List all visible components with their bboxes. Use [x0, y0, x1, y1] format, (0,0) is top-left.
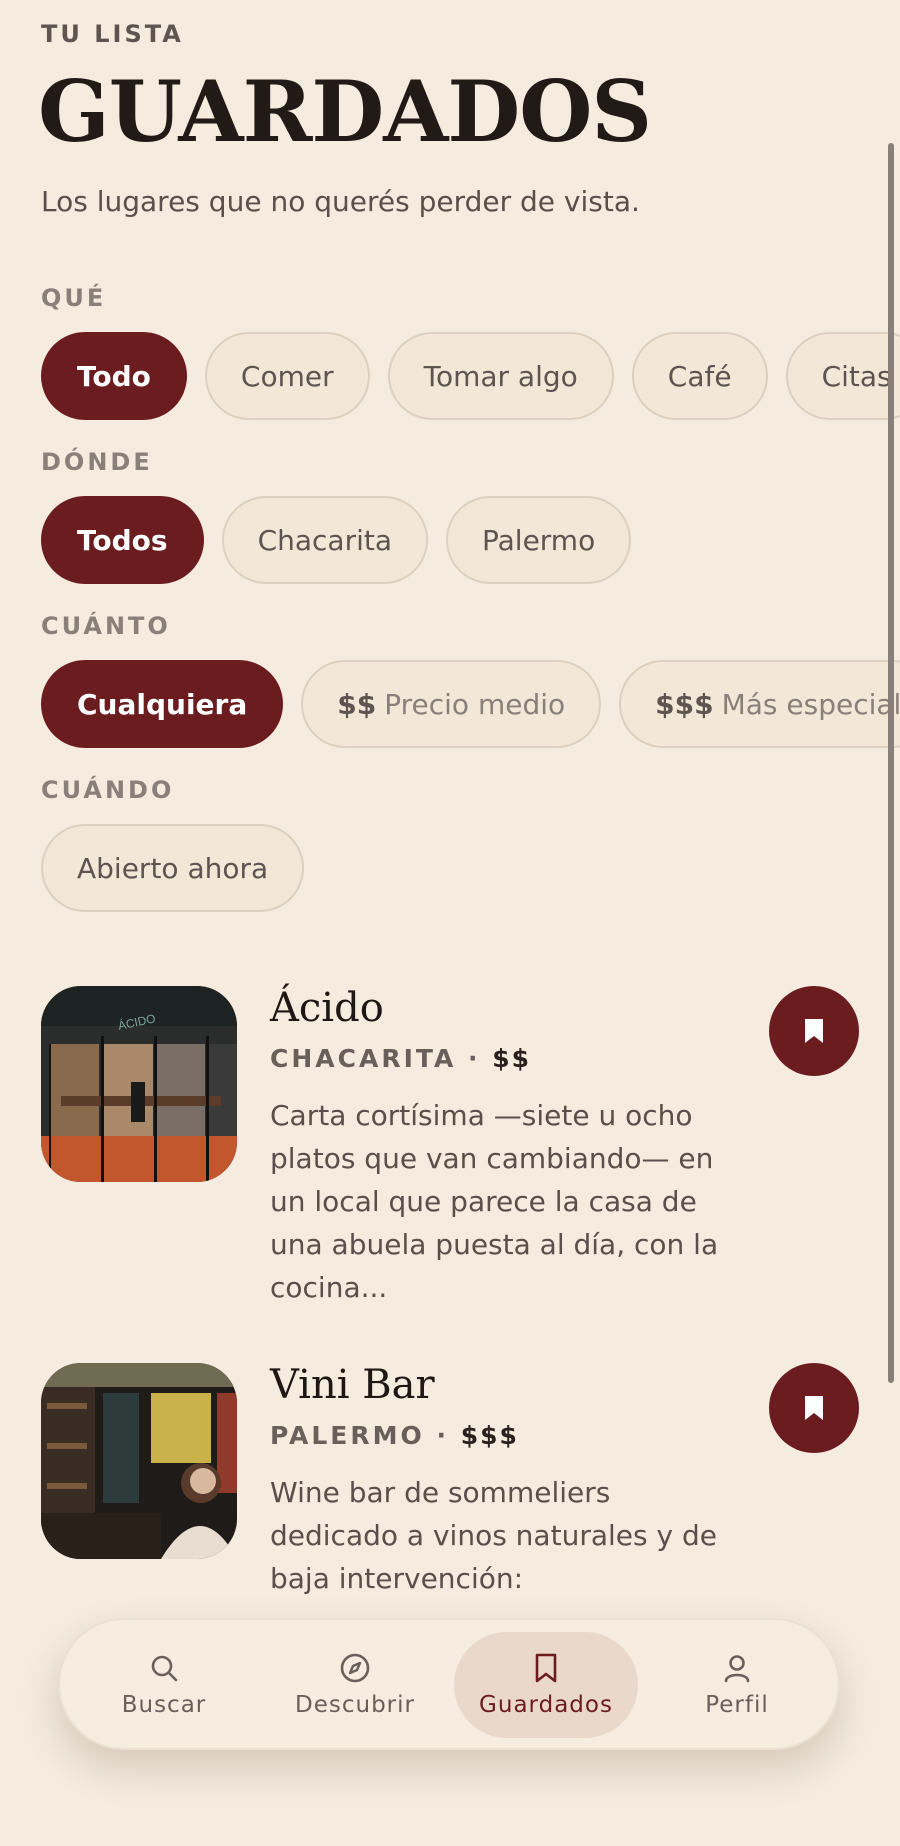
saved-page: TU LISTA GUARDADOS Los lugares que no qu…	[0, 0, 900, 1846]
bookmark-icon	[535, 1653, 557, 1683]
chip-chacarita[interactable]: Chacarita	[221, 496, 428, 584]
bottom-nav: Buscar Descubrir Guardados Perfil	[58, 1618, 840, 1750]
filter-label-cuanto: CUÁNTO	[41, 612, 171, 640]
nav-label: Guardados	[479, 1692, 613, 1718]
place-name[interactable]: Ácido	[270, 986, 384, 1030]
chip-comer[interactable]: Comer	[204, 332, 370, 420]
place-photo	[41, 1363, 237, 1559]
price-text: Más especial	[721, 687, 900, 721]
filter-label-que: QUÉ	[41, 284, 107, 312]
meta-separator: ·	[468, 1044, 481, 1073]
filter-label-donde: DÓNDE	[41, 448, 153, 476]
chip-cualquiera[interactable]: Cualquiera	[41, 660, 284, 748]
chip-palermo[interactable]: Palermo	[446, 496, 632, 584]
nav-guardados[interactable]: Guardados	[454, 1632, 638, 1738]
filter-group-que: Todo Comer Tomar algo Café Citas	[41, 332, 900, 420]
nav-perfil[interactable]: Perfil	[645, 1632, 829, 1738]
place-description: Carta cortísima —siete u ocho platos que…	[270, 1099, 719, 1304]
place-neighborhood: PALERMO	[270, 1421, 425, 1450]
filter-group-cuando: Abierto ahora	[41, 824, 305, 912]
chip-tomar-algo[interactable]: Tomar algo	[387, 332, 614, 420]
page-title: GUARDADOS	[38, 62, 652, 161]
price-symbol: $$$	[655, 687, 714, 721]
price-text: Precio medio	[384, 687, 566, 721]
chip-todos[interactable]: Todos	[41, 496, 204, 584]
price-symbol: $$	[337, 687, 377, 721]
place-photo: ÁCIDO	[41, 986, 237, 1182]
filter-label-cuando: CUÁNDO	[41, 776, 175, 804]
bookmark-button[interactable]	[769, 1363, 859, 1453]
place-price: $$	[492, 1044, 532, 1073]
place-card[interactable]: ÁCIDO Ácido CHACARITA · $$ Carta cortísi…	[41, 986, 861, 1304]
search-icon	[151, 1655, 178, 1682]
place-card[interactable]: Vini Bar PALERMO · $$$ Wine bar de somme…	[41, 1363, 861, 1603]
scrollbar[interactable]	[888, 143, 894, 1383]
nav-label: Descubrir	[295, 1692, 415, 1718]
place-name[interactable]: Vini Bar	[270, 1363, 435, 1407]
place-meta: PALERMO · $$$	[270, 1421, 519, 1450]
nav-buscar[interactable]: Buscar	[72, 1632, 256, 1738]
nav-descubrir[interactable]: Descubrir	[263, 1632, 447, 1738]
chip-mas-especial[interactable]: $$$ Más especial	[619, 660, 900, 748]
nav-label: Perfil	[705, 1692, 769, 1718]
chip-citas[interactable]: Citas	[785, 332, 900, 420]
place-neighborhood: CHACARITA	[270, 1044, 457, 1073]
bookmark-icon	[805, 1019, 823, 1043]
bookmark-icon	[805, 1396, 823, 1420]
compass-icon	[340, 1653, 370, 1683]
bookmark-button[interactable]	[769, 986, 859, 1076]
place-meta: CHACARITA · $$	[270, 1044, 531, 1073]
place-description: Wine bar de sommeliers dedicado a vinos …	[270, 1476, 717, 1595]
page-eyebrow: TU LISTA	[41, 20, 184, 48]
chip-precio-medio[interactable]: $$ Precio medio	[301, 660, 602, 748]
page-subtitle: Los lugares que no querés perder de vist…	[41, 185, 640, 218]
place-price: $$$	[460, 1421, 519, 1450]
chip-cafe[interactable]: Café	[631, 332, 768, 420]
nav-label: Buscar	[121, 1692, 207, 1718]
person-icon	[724, 1655, 750, 1683]
filter-group-cuanto: Cualquiera $$ Precio medio $$$ Más espec…	[41, 660, 900, 748]
filter-group-donde: Todos Chacarita Palermo	[41, 496, 632, 584]
chip-todo[interactable]: Todo	[41, 332, 187, 420]
meta-separator: ·	[436, 1421, 449, 1450]
chip-abierto-ahora[interactable]: Abierto ahora	[41, 824, 305, 912]
